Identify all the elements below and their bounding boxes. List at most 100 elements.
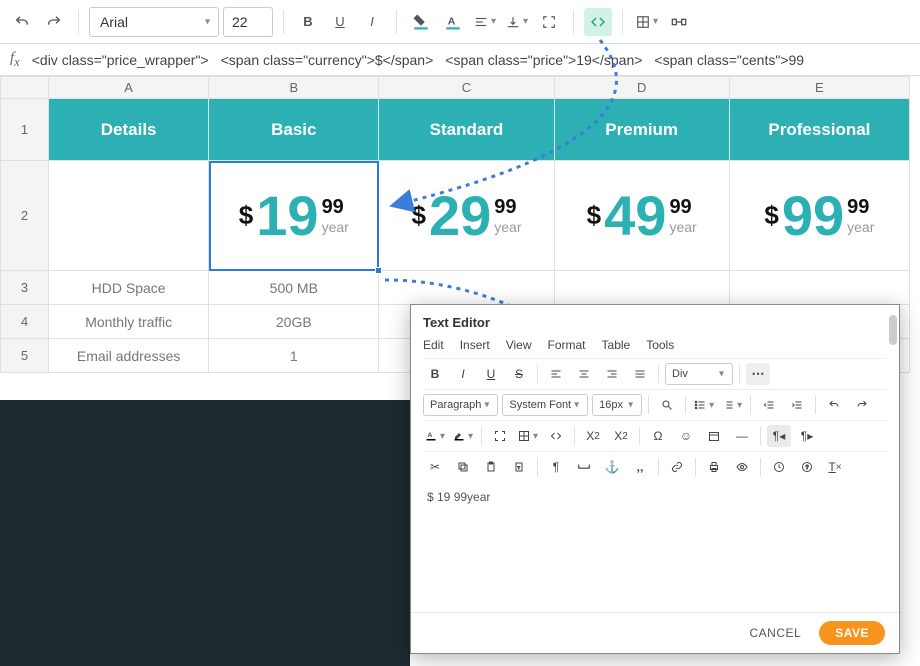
te-rtl-button[interactable]: ¶▸ <box>795 425 819 447</box>
cell-b3[interactable]: 500 MB <box>209 271 379 305</box>
underline-button[interactable]: U <box>326 8 354 36</box>
te-size-select[interactable]: 16px▾ <box>592 394 642 416</box>
font-size-input[interactable]: 22 <box>223 7 273 37</box>
te-help-button[interactable]: ? <box>795 456 819 478</box>
te-anchor-button[interactable]: ⚓ <box>600 456 624 478</box>
te-pilcrow-button[interactable]: ¶ <box>544 456 568 478</box>
te-cut-button[interactable]: ✂ <box>423 456 447 478</box>
te-strike-button[interactable]: S <box>507 363 531 385</box>
cell-a4[interactable]: Monthly traffic <box>49 305 209 339</box>
te-align-right-button[interactable] <box>600 363 624 385</box>
menu-tools[interactable]: Tools <box>646 338 674 352</box>
cell-b2-selected[interactable]: $ 19 99 year <box>209 161 379 271</box>
te-code-button[interactable] <box>544 425 568 447</box>
row-header-4[interactable]: 4 <box>1 305 49 339</box>
merge-button[interactable] <box>665 8 693 36</box>
te-highlight-button[interactable] <box>451 425 475 447</box>
editor-body[interactable]: $ 19 99year <box>423 482 887 606</box>
te-redo-button[interactable] <box>850 394 874 416</box>
cell-d1[interactable]: Premium <box>554 99 729 161</box>
te-underline-button[interactable]: U <box>479 363 503 385</box>
te-ltr-button[interactable]: ¶◂ <box>767 425 791 447</box>
cancel-button[interactable]: CANCEL <box>750 626 802 640</box>
cell-c3[interactable] <box>379 271 554 305</box>
te-align-center-button[interactable] <box>572 363 596 385</box>
scrollbar-thumb[interactable] <box>889 315 897 345</box>
te-hr-button[interactable]: — <box>730 425 754 447</box>
row-header-5[interactable]: 5 <box>1 339 49 373</box>
cell-c1[interactable]: Standard <box>379 99 554 161</box>
formula-bar[interactable]: fx <div class="price_wrapper"> <span cla… <box>0 44 920 76</box>
col-header-a[interactable]: A <box>49 77 209 99</box>
te-link-button[interactable] <box>665 456 689 478</box>
te-sup-button[interactable]: X2 <box>609 425 633 447</box>
select-all-corner[interactable] <box>1 77 49 99</box>
te-ul-button[interactable] <box>692 394 716 416</box>
row-header-3[interactable]: 3 <box>1 271 49 305</box>
te-clear-button[interactable]: T× <box>823 456 847 478</box>
selection-handle[interactable] <box>375 267 382 274</box>
te-more-button[interactable]: ⋯ <box>746 363 770 385</box>
row-header-2[interactable]: 2 <box>1 161 49 271</box>
te-align-justify-button[interactable] <box>628 363 652 385</box>
te-time-button[interactable] <box>767 456 791 478</box>
col-header-e[interactable]: E <box>729 77 909 99</box>
te-copy-button[interactable] <box>451 456 475 478</box>
te-print-button[interactable] <box>702 456 726 478</box>
te-paste-text-button[interactable]: T <box>507 456 531 478</box>
fill-color-button[interactable] <box>407 8 435 36</box>
redo-button[interactable] <box>40 8 68 36</box>
te-bold-button[interactable]: B <box>423 363 447 385</box>
cell-d3[interactable] <box>554 271 729 305</box>
te-search-button[interactable] <box>655 394 679 416</box>
align-button[interactable] <box>471 8 499 36</box>
font-family-select[interactable]: Arial ▾ <box>89 7 219 37</box>
te-align-left-button[interactable] <box>544 363 568 385</box>
text-color-button[interactable]: A <box>439 8 467 36</box>
menu-view[interactable]: View <box>506 338 532 352</box>
bold-button[interactable]: B <box>294 8 322 36</box>
menu-insert[interactable]: Insert <box>460 338 490 352</box>
col-header-d[interactable]: D <box>554 77 729 99</box>
te-table-button[interactable] <box>516 425 540 447</box>
te-outdent-button[interactable] <box>757 394 781 416</box>
te-italic-button[interactable]: I <box>451 363 475 385</box>
cell-a1[interactable]: Details <box>49 99 209 161</box>
te-date-button[interactable] <box>702 425 726 447</box>
te-undo-button[interactable] <box>822 394 846 416</box>
te-font-select[interactable]: System Font▾ <box>502 394 588 416</box>
undo-button[interactable] <box>8 8 36 36</box>
te-sub-button[interactable]: X2 <box>581 425 605 447</box>
cell-b1[interactable]: Basic <box>209 99 379 161</box>
col-header-c[interactable]: C <box>379 77 554 99</box>
table-button[interactable] <box>633 8 661 36</box>
cell-a5[interactable]: Email addresses <box>49 339 209 373</box>
cell-e3[interactable] <box>729 271 909 305</box>
te-preview-button[interactable] <box>730 456 754 478</box>
row-header-1[interactable]: 1 <box>1 99 49 161</box>
valign-button[interactable] <box>503 8 531 36</box>
cell-d2[interactable]: $4999year <box>554 161 729 271</box>
te-nbsp-button[interactable] <box>572 456 596 478</box>
italic-button[interactable]: I <box>358 8 386 36</box>
te-paste-button[interactable] <box>479 456 503 478</box>
fullscreen-button[interactable] <box>535 8 563 36</box>
te-text-color-button[interactable]: A <box>423 425 447 447</box>
cell-b5[interactable]: 1 <box>209 339 379 373</box>
save-button[interactable]: SAVE <box>819 621 885 645</box>
cell-a3[interactable]: HDD Space <box>49 271 209 305</box>
cell-e2[interactable]: $9999year <box>729 161 909 271</box>
menu-format[interactable]: Format <box>548 338 586 352</box>
te-fullscreen-button[interactable] <box>488 425 512 447</box>
col-header-b[interactable]: B <box>209 77 379 99</box>
te-ol-button[interactable] <box>720 394 744 416</box>
te-paragraph-select[interactable]: Paragraph▾ <box>423 394 498 416</box>
te-block-select[interactable]: Div▾ <box>665 363 733 385</box>
cell-c2[interactable]: $2999year <box>379 161 554 271</box>
cell-b4[interactable]: 20GB <box>209 305 379 339</box>
te-indent-button[interactable] <box>785 394 809 416</box>
menu-edit[interactable]: Edit <box>423 338 444 352</box>
cell-a2[interactable] <box>49 161 209 271</box>
menu-table[interactable]: Table <box>602 338 631 352</box>
cell-e1[interactable]: Professional <box>729 99 909 161</box>
